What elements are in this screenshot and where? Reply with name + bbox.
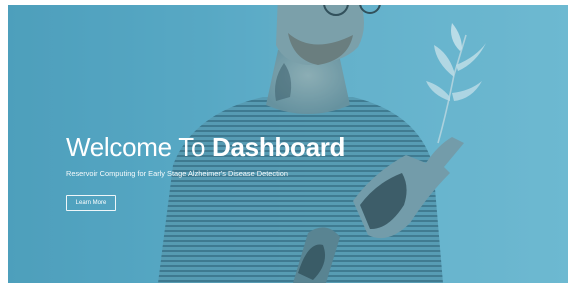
welcome-title-prefix: Welcome To [66,132,213,162]
welcome-title: Welcome To Dashboard [66,131,486,163]
hero-banner: Welcome To Dashboard Reservoir Computing… [8,5,568,283]
learn-more-button[interactable]: Learn More [66,195,116,211]
hero-subtitle: Reservoir Computing for Early Stage Alzh… [66,169,288,178]
hero-content: Welcome To Dashboard Reservoir Computing… [66,131,486,211]
welcome-title-strong: Dashboard [212,132,346,162]
